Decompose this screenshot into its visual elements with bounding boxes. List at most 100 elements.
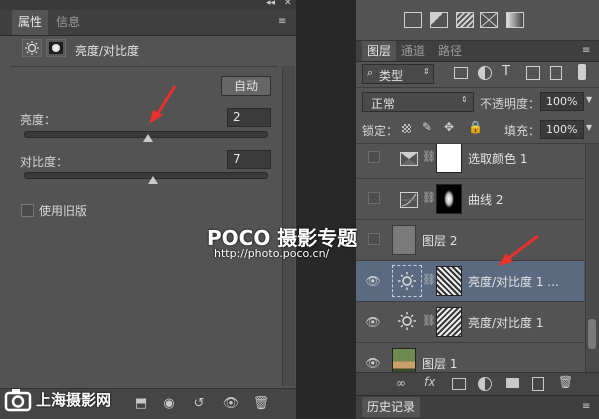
filter-search-icon: ⌕ xyxy=(367,66,374,79)
tab-info[interactable]: 信息 xyxy=(50,10,86,35)
camera-logo-icon xyxy=(4,386,34,414)
layer-name[interactable]: 图层 2 xyxy=(422,232,457,249)
layer-row[interactable]: 图层 2 xyxy=(356,220,584,261)
canvas-gap xyxy=(296,0,356,418)
layer-row[interactable]: ⛓ 曲线 2 xyxy=(356,179,584,220)
adjustment-filter-icon[interactable] xyxy=(478,66,492,80)
annotation-arrow-layer xyxy=(498,234,539,266)
eye-icon[interactable]: 👁 xyxy=(365,356,381,370)
new-layer-icon[interactable] xyxy=(532,377,544,391)
layer-row-selected[interactable]: 👁 ⛓ 亮度/对比度 1 ... xyxy=(356,261,584,302)
contrast-value-field[interactable]: 7 xyxy=(227,150,271,169)
layers-scrollbar[interactable] xyxy=(585,144,599,372)
fill-field[interactable]: 100% xyxy=(540,120,584,139)
brightness-icon xyxy=(396,309,418,333)
right-panel-dock: 图层 通道 路径 ≡ ⌕ 类型 ⇕ T 正常 ⇕ 不透明度： 100% ▼ 锁定… xyxy=(356,0,599,419)
shape-filter-icon[interactable] xyxy=(526,66,540,80)
layers-scrollbar-thumb[interactable] xyxy=(588,319,596,349)
visibility-toggle[interactable] xyxy=(368,151,380,163)
layers-footer: ∞ fx 🗑 xyxy=(356,372,599,395)
layer-mask-thumbnail[interactable] xyxy=(436,266,462,296)
chain-link-icon[interactable]: ⛓ xyxy=(422,314,436,327)
layer-name[interactable]: 亮度/对比度 1 ... xyxy=(468,273,559,290)
contrast-label: 对比度： xyxy=(20,155,69,169)
filter-divider xyxy=(356,87,599,88)
lock-all-icon[interactable]: 🔒 xyxy=(468,120,483,134)
eye-icon[interactable]: 👁 xyxy=(365,274,381,288)
history-menu-icon[interactable]: ≡ xyxy=(582,402,596,412)
opacity-field[interactable]: 100% xyxy=(540,92,584,111)
delete-icon[interactable]: 🗑 xyxy=(558,375,573,389)
link-icon[interactable]: ∞ xyxy=(396,376,406,390)
chain-link-icon[interactable]: ⛓ xyxy=(422,273,436,286)
type-filter-icon[interactable]: T xyxy=(502,64,510,79)
contrast-slider-track[interactable] xyxy=(24,172,268,179)
adjustment-layer-icon[interactable] xyxy=(478,377,492,391)
gradient-icon[interactable] xyxy=(430,12,448,28)
lock-label: 锁定： xyxy=(362,124,399,138)
filter-toggle-icon[interactable] xyxy=(578,64,586,80)
layer-mask-thumbnail[interactable] xyxy=(436,144,462,173)
layer-mask-thumbnail[interactable] xyxy=(436,307,462,337)
brush-preset-icon[interactable] xyxy=(404,12,422,28)
fill-dropdown-icon[interactable]: ▼ xyxy=(586,123,592,132)
layer-mask-icon[interactable] xyxy=(46,39,66,57)
brightness-slider-thumb[interactable] xyxy=(143,134,153,142)
chevron-updown-icon: ⇕ xyxy=(423,67,430,76)
layer-mask-thumbnail[interactable] xyxy=(436,184,462,214)
layer-filter-dropdown[interactable]: ⌕ 类型 ⇕ xyxy=(362,64,434,84)
layer-name[interactable]: 图层 1 xyxy=(422,355,457,372)
layer-thumbnail[interactable] xyxy=(392,348,416,372)
add-mask-icon[interactable] xyxy=(452,378,466,390)
pattern-icon[interactable] xyxy=(456,12,474,28)
brightness-icon xyxy=(392,265,422,297)
layers-tab-bar: 图层 通道 路径 ≡ xyxy=(356,41,599,62)
view-previous-state-icon[interactable]: ◉ xyxy=(160,396,178,412)
brightness-icon xyxy=(22,39,42,57)
visibility-icon[interactable]: 👁 xyxy=(222,396,240,412)
layer-row[interactable]: 👁 ⛓ 亮度/对比度 1 xyxy=(356,302,584,343)
layers-menu-icon[interactable]: ≡ xyxy=(582,46,596,56)
close-icon[interactable]: ✕ xyxy=(284,0,292,8)
reset-icon[interactable]: ↺ xyxy=(190,396,208,412)
tab-paths[interactable]: 路径 xyxy=(433,41,467,61)
eye-icon[interactable]: 👁 xyxy=(365,315,381,329)
chain-link-icon[interactable]: ⛓ xyxy=(422,191,436,204)
header-divider xyxy=(10,66,278,67)
legacy-label: 使用旧版 xyxy=(39,204,88,218)
layer-name[interactable]: 曲线 2 xyxy=(468,191,503,208)
auto-button[interactable]: 自动 xyxy=(221,76,271,96)
visibility-toggle[interactable] xyxy=(368,192,380,204)
contrast-slider-thumb[interactable] xyxy=(148,176,158,184)
layer-name[interactable]: 亮度/对比度 1 xyxy=(468,314,544,331)
mask-icon[interactable] xyxy=(480,12,498,28)
tab-layers[interactable]: 图层 xyxy=(362,41,397,61)
layer-row[interactable]: 👁 图层 1 xyxy=(356,343,584,372)
lock-transparent-icon[interactable] xyxy=(402,124,411,133)
panel-top-strip: ◂◂ ✕ xyxy=(0,0,296,10)
layer-row[interactable]: ⛓ 选取颜色 1 xyxy=(356,144,584,179)
gradient-map-icon[interactable] xyxy=(506,12,524,28)
lock-position-icon[interactable]: ✥ xyxy=(444,120,454,134)
chain-link-icon[interactable]: ⛓ xyxy=(422,150,436,163)
panel-menu-icon[interactable]: ≡ xyxy=(278,17,292,27)
opacity-label: 不透明度： xyxy=(480,97,541,111)
visibility-toggle[interactable] xyxy=(368,233,380,245)
blend-mode-dropdown[interactable]: 正常 ⇕ xyxy=(362,92,474,112)
layer-name[interactable]: 选取颜色 1 xyxy=(468,150,527,167)
lock-pixels-icon[interactable]: ✎ xyxy=(422,120,432,134)
opacity-dropdown-icon[interactable]: ▼ xyxy=(586,95,592,104)
delete-icon[interactable]: 🗑 xyxy=(252,396,270,412)
legacy-checkbox[interactable] xyxy=(21,204,34,217)
layer-thumbnail[interactable] xyxy=(392,225,416,255)
tab-channels[interactable]: 通道 xyxy=(396,41,430,61)
pixel-filter-icon[interactable] xyxy=(454,67,468,79)
clip-to-layer-icon[interactable]: ⬒ xyxy=(132,396,150,412)
tab-properties[interactable]: 属性 xyxy=(12,10,49,35)
collapse-arrows-icon[interactable]: ◂◂ xyxy=(266,0,275,8)
brightness-value-field[interactable]: 2 xyxy=(227,108,271,127)
tab-history[interactable]: 历史记录 xyxy=(362,397,421,417)
group-icon[interactable] xyxy=(506,378,519,388)
fx-icon[interactable]: fx xyxy=(424,375,435,389)
smart-object-filter-icon[interactable] xyxy=(550,66,562,80)
